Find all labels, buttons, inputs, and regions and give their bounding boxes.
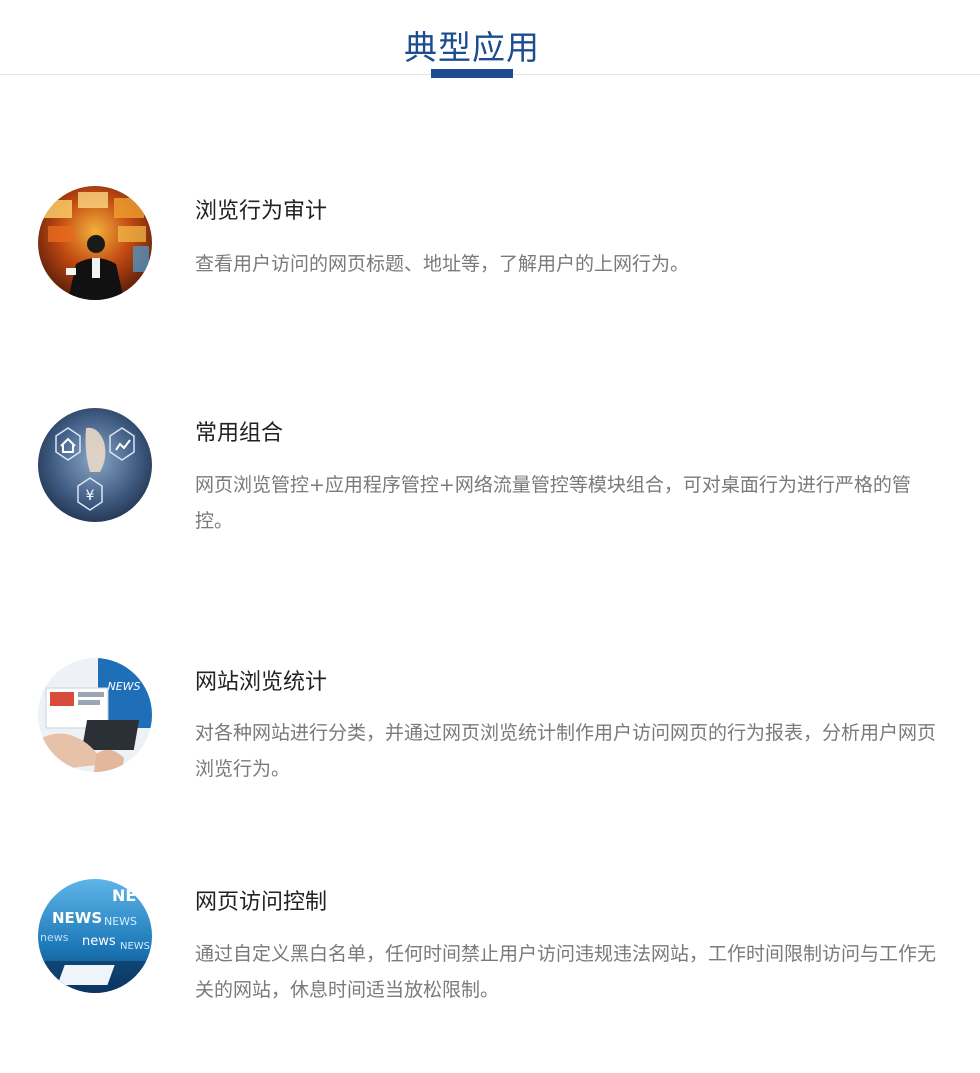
item-title: 网页访问控制 [195, 890, 328, 915]
item-thumbnail-hand-touch-icons: ¥ [38, 408, 152, 522]
section-title: 典型应用 [404, 28, 540, 67]
svg-text:NEWS: NEWS [120, 941, 150, 952]
item-thumbnail-laptop-news: NEWS [38, 658, 152, 772]
item-title: 网站浏览统计 [195, 670, 328, 695]
item-description: 查看用户访问的网页标题、地址等，了解用户的上网行为。 [195, 253, 690, 275]
svg-text:news: news [40, 931, 69, 944]
svg-text:NEWS: NEWS [52, 909, 102, 927]
item-thumbnail-businessman-screens [38, 186, 152, 300]
item-description: 对各种网站进行分类，并通过网页浏览统计制作用户访问网页的行为报表，分析用户网页浏… [195, 722, 937, 780]
item-description: 通过自定义黑白名单，任何时间禁止用户访问违规违法网站，工作时间限制访问与工作无关… [195, 943, 937, 1001]
svg-text:NEWS: NEWS [104, 915, 137, 928]
section-header: 典型应用 [0, 0, 980, 78]
item-thumbnail-news-wall: NEWS NEWS NEWS news news NEWS [38, 879, 152, 993]
svg-text:NEWS: NEWS [112, 886, 152, 905]
item-title: 常用组合 [195, 421, 284, 446]
svg-text:news: news [82, 934, 116, 949]
item-title: 浏览行为审计 [195, 199, 328, 224]
item-description: 网页浏览管控+应用程序管控+网络流量管控等模块组合，可对桌面行为进行严格的管控。 [195, 474, 911, 532]
svg-text:NEWS: NEWS [107, 680, 140, 693]
svg-text:¥: ¥ [86, 488, 95, 504]
title-underline [431, 69, 513, 78]
